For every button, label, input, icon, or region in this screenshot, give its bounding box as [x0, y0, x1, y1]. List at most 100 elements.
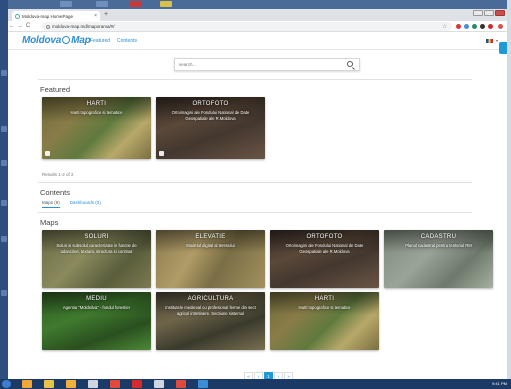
extension-icon[interactable]	[456, 24, 461, 29]
desktop-left-edge	[0, 0, 8, 389]
map-type-icon	[45, 151, 50, 156]
taskbar-app-icon[interactable]	[198, 380, 208, 388]
card-title: CADASTRU	[420, 234, 457, 240]
os-taskbar: 9:41 PM	[0, 379, 511, 389]
address-url: moldova-map.md/maporama/#/	[52, 24, 115, 29]
window-close-button[interactable]	[495, 10, 505, 16]
forward-button[interactable]: →	[16, 23, 24, 29]
map-type-icon	[159, 151, 164, 156]
browser-tab-title: Moldova-map HomePage	[22, 13, 74, 19]
extension-icon[interactable]	[464, 24, 469, 29]
card-title: HARTI	[314, 296, 335, 302]
extension-icon[interactable]	[480, 24, 485, 29]
card-title: AGRICULTURA	[187, 296, 234, 302]
taskbar-app-icon[interactable]	[44, 380, 54, 388]
divider	[38, 212, 472, 213]
browser-tab[interactable]: Moldova-map HomePage ×	[12, 11, 100, 21]
featured-heading: Featured	[40, 85, 71, 94]
extension-icon[interactable]	[488, 24, 493, 29]
site-favicon-icon	[15, 13, 20, 19]
map-card-agricultura[interactable]: AGRICULTURA Institutele medieval cu prof…	[156, 292, 265, 350]
map-card-cadastru[interactable]: CADASTRU Planul cadastral pentru teritor…	[384, 230, 493, 288]
site-info-icon[interactable]	[46, 24, 50, 29]
tab-close-icon[interactable]: ×	[94, 13, 97, 19]
card-description: Soluri si subsolul caracterizate in func…	[56, 243, 137, 254]
chevron-down-icon[interactable]: ▾	[496, 38, 498, 43]
nav-contents[interactable]: Contents	[117, 38, 137, 44]
map-card-soluri[interactable]: SOLURI Soluri si subsolul caracterizate …	[42, 230, 151, 288]
logo-text-left: Moldova	[22, 35, 62, 46]
new-tab-button[interactable]: +	[104, 11, 108, 19]
desktop-top-edge	[0, 0, 511, 9]
side-panel-button[interactable]	[499, 42, 507, 54]
desktop-right-edge	[507, 0, 511, 389]
taskbar-app-icon[interactable]	[154, 380, 164, 388]
card-description: Ortoimagini ale Fondului National de Dat…	[285, 243, 364, 254]
taskbar-app-icon[interactable]	[176, 380, 186, 388]
maximize-button[interactable]	[484, 10, 494, 16]
desktop-icon	[1, 70, 7, 76]
results-count: Results 1-2 of 2	[42, 172, 74, 177]
card-description: Planul cadastral pentru teritoriul RM	[405, 243, 472, 248]
taskbar-app-icon[interactable]	[88, 380, 98, 388]
search-icon[interactable]	[347, 61, 353, 67]
maps-heading: Maps	[40, 218, 59, 227]
desktop-icon	[96, 1, 108, 7]
minimize-button[interactable]	[473, 10, 483, 16]
desktop-icon	[160, 1, 172, 7]
search-input[interactable]	[179, 62, 339, 67]
desktop-icon	[1, 160, 7, 166]
card-title: ELEVATIE	[195, 234, 226, 240]
address-bar[interactable]: moldova-map.md/maporama/#/	[42, 22, 452, 31]
card-description: Modelul digital al terenului	[186, 243, 235, 248]
card-description: Harti topografice si tematice	[298, 305, 351, 310]
desktop-icon	[60, 1, 72, 7]
map-card-elevatie[interactable]: ELEVATIE Modelul digital al terenului	[156, 230, 265, 288]
desktop-icon	[1, 126, 7, 132]
bookmark-star-icon[interactable]: ☆	[442, 23, 447, 30]
site-header: Moldova Map Featured Contents ▾	[8, 32, 507, 54]
start-button[interactable]	[2, 380, 11, 388]
desktop-icon	[1, 200, 7, 206]
contents-heading: Contents	[40, 188, 71, 197]
card-title: ORTOFOTO	[192, 101, 229, 107]
logo-text-right: Map	[71, 35, 91, 46]
card-title: ORTOFOTO	[306, 234, 343, 240]
browser-toolbar: ← → C moldova-map.md/maporama/#/ ☆	[8, 21, 507, 32]
desktop-icon	[1, 236, 7, 242]
site-logo[interactable]: Moldova Map	[22, 35, 91, 46]
divider	[38, 182, 472, 183]
map-card-ortofoto[interactable]: ORTOFOTO Ortoimagini ale Fondului Nation…	[270, 230, 379, 288]
globe-icon	[62, 36, 71, 44]
card-description: Harti topografice si tematice	[70, 110, 123, 115]
profile-avatar-icon[interactable]	[498, 24, 503, 29]
browser-tab-bar: Moldova-map HomePage × +	[8, 9, 507, 21]
map-card-mediu[interactable]: MEDIU Agentia "Moldsilva" - fondul fores…	[42, 292, 151, 350]
map-card-harti[interactable]: HARTI Harti topografice si tematice	[270, 292, 379, 350]
tab-dashboards[interactable]: Dashboards (0)	[70, 200, 101, 208]
card-title: HARTI	[86, 101, 107, 107]
featured-card-ortofoto[interactable]: ORTOFOTO Ortoimagini ale Fondului Nation…	[156, 97, 265, 159]
taskbar-clock: 9:41 PM	[492, 381, 507, 386]
card-title: SOLURI	[84, 234, 109, 240]
card-description: Ortoimagini ale Fondului National de Dat…	[171, 110, 250, 121]
desktop-icon	[1, 290, 7, 296]
tab-maps[interactable]: Maps (9)	[42, 200, 60, 208]
card-description: Institutele medieval cu profesional ferm…	[165, 305, 256, 316]
taskbar-app-icon[interactable]	[66, 380, 76, 388]
taskbar-app-icon[interactable]	[110, 380, 120, 388]
nav-featured[interactable]: Featured	[90, 38, 110, 44]
contents-tabs: Maps (9) Dashboards (0)	[42, 200, 101, 208]
language-flag-icon[interactable]	[486, 39, 493, 43]
taskbar-app-icon[interactable]	[22, 380, 32, 388]
card-description: Agentia "Moldsilva" - fondul forestier	[62, 305, 131, 310]
taskbar-app-icon[interactable]	[132, 380, 142, 388]
window-controls	[473, 10, 505, 16]
extension-icon[interactable]	[472, 24, 477, 29]
divider	[38, 79, 472, 80]
featured-card-harti[interactable]: HARTI Harti topografice si tematice	[42, 97, 151, 159]
card-title: MEDIU	[86, 296, 107, 302]
reload-button[interactable]: C	[24, 23, 32, 29]
back-button[interactable]: ←	[8, 23, 16, 29]
search-box	[174, 58, 360, 71]
